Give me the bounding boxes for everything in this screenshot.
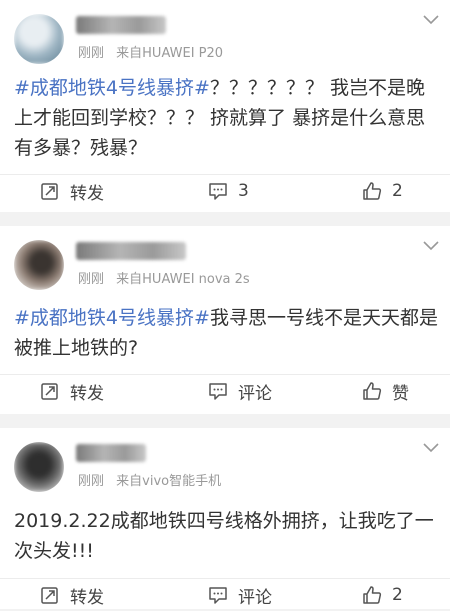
avatar[interactable] (14, 240, 64, 290)
post-time: 刚刚 (78, 474, 105, 489)
comment-label: 评论 (238, 383, 272, 404)
comment-icon (209, 587, 227, 604)
post-time: 刚刚 (78, 46, 105, 61)
like-label: 2 (392, 181, 403, 201)
chevron-down-icon[interactable] (422, 442, 440, 454)
repost-label: 转发 (70, 383, 104, 404)
weibo-post-1: 刚刚 来自HUAWEI P20 #成都地铁4号线暴挤#？？？？？？ 我岂不是晚上… (0, 0, 450, 212)
post-source: 来自HUAWEI P20 (116, 46, 224, 61)
weibo-post-2: 刚刚 来自HUAWEI nova 2s #成都地铁4号线暴挤#我寻思一号线不是天… (0, 226, 450, 414)
post-time: 刚刚 (78, 272, 105, 287)
post-meta: 刚刚 来自HUAWEI P20 (78, 42, 223, 61)
action-bar: 转发 评论 赞 (0, 374, 450, 407)
comment-button[interactable]: 评论 (208, 579, 272, 611)
repost-button[interactable]: 转发 (40, 175, 104, 207)
like-label: 赞 (392, 383, 409, 404)
repost-label: 转发 (70, 587, 104, 608)
action-bar: 转发 3 2 (0, 174, 450, 207)
action-bar: 转发 评论 2 (0, 578, 450, 611)
comment-label: 3 (238, 181, 249, 201)
username-blurred[interactable] (76, 16, 166, 34)
comment-button[interactable]: 3 (208, 175, 249, 207)
topic-link[interactable]: #成都地铁4号线暴挤# (14, 307, 210, 329)
thumbs-up-icon (363, 182, 382, 200)
comment-icon (209, 383, 227, 400)
like-button[interactable]: 赞 (362, 375, 409, 407)
post-source: 来自HUAWEI nova 2s (116, 272, 250, 287)
post-content: 2019.2.22成都地铁四号线格外拥挤，让我吃了一次头发!!! (14, 506, 438, 566)
chevron-down-icon[interactable] (422, 14, 440, 26)
like-label: 2 (392, 585, 403, 605)
repost-icon (41, 383, 58, 400)
username-blurred[interactable] (76, 242, 186, 260)
username-blurred[interactable] (76, 444, 146, 462)
like-button[interactable]: 2 (362, 175, 403, 207)
repost-button[interactable]: 转发 (40, 375, 104, 407)
post-content: #成都地铁4号线暴挤#我寻思一号线不是天天都是被推上地铁的? (14, 303, 438, 363)
comment-icon (209, 183, 227, 200)
post-meta: 刚刚 来自vivo智能手机 (78, 470, 221, 489)
thumbs-up-icon (363, 586, 382, 604)
chevron-down-icon[interactable] (422, 240, 440, 252)
weibo-post-3: 刚刚 来自vivo智能手机 2019.2.22成都地铁四号线格外拥挤，让我吃了一… (0, 428, 450, 609)
thumbs-up-icon (363, 382, 382, 400)
post-text: 2019.2.22成都地铁四号线格外拥挤，让我吃了一次头发!!! (14, 510, 434, 562)
post-source: 来自vivo智能手机 (116, 474, 222, 489)
topic-link[interactable]: #成都地铁4号线暴挤# (14, 77, 210, 99)
post-meta: 刚刚 来自HUAWEI nova 2s (78, 268, 250, 287)
avatar[interactable] (14, 442, 64, 492)
repost-icon (41, 587, 58, 604)
post-content: #成都地铁4号线暴挤#？？？？？？ 我岂不是晚上才能回到学校？？？ 挤就算了 暴… (14, 73, 438, 163)
avatar[interactable] (14, 14, 64, 64)
like-button[interactable]: 2 (362, 579, 403, 611)
comment-label: 评论 (238, 587, 272, 608)
repost-icon (41, 183, 58, 200)
repost-label: 转发 (70, 183, 104, 204)
comment-button[interactable]: 评论 (208, 375, 272, 407)
repost-button[interactable]: 转发 (40, 579, 104, 611)
